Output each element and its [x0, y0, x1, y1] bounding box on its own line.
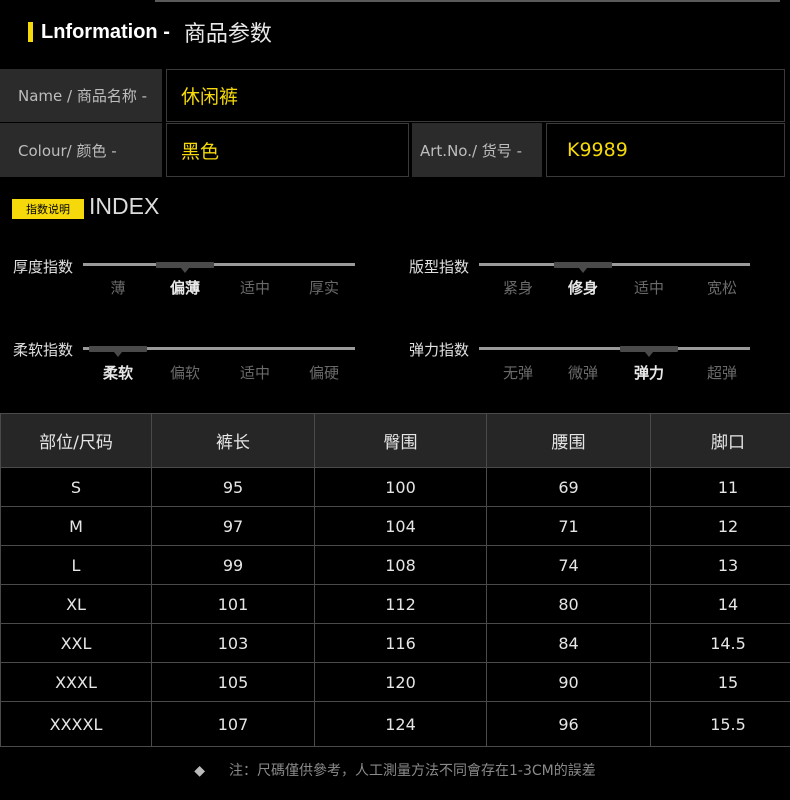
header-title-en: Lnformation -: [41, 20, 170, 43]
scale-track: [479, 263, 750, 266]
measure-cell: 108: [314, 545, 487, 585]
measure-cell: 71: [486, 506, 651, 546]
size-row: S 95 100 69 11: [0, 467, 790, 507]
scale-name: 厚度指数: [13, 258, 74, 276]
scale-name: 弹力指数: [409, 341, 470, 359]
section-header: Lnformation - 商品参数: [28, 14, 272, 50]
colour-label: Colour/ 颜色 -: [0, 123, 162, 177]
scale-option: 适中: [239, 364, 270, 382]
measure-cell: 96: [486, 701, 651, 747]
measure-cell: 103: [151, 623, 315, 663]
scale-option: 宽松: [706, 279, 737, 297]
index-title: INDEX: [89, 193, 160, 219]
scale-option: 紧身: [502, 279, 533, 297]
scale-option: 无弹: [502, 364, 533, 382]
scale-option-selected: 修身: [567, 279, 598, 297]
name-label: Name / 商品名称 -: [0, 69, 162, 122]
scale-option: 适中: [239, 279, 270, 297]
measure-cell: 116: [314, 623, 487, 663]
size-row: XXXXL 107 124 96 15.5: [0, 701, 790, 747]
size-row: XXXL 105 120 90 15: [0, 662, 790, 702]
diamond-bullet-icon: ◆: [194, 763, 206, 779]
scale-marker-icon: [554, 262, 612, 273]
scale-option: 适中: [633, 279, 664, 297]
scale-option: 超弹: [706, 364, 737, 382]
size-table-header: 部位/尺码 裤长 臀围 腰围 脚口: [0, 413, 790, 468]
measure-cell: 74: [486, 545, 651, 585]
scale-option-selected: 柔软: [102, 364, 133, 382]
measure-cell: 12: [650, 506, 790, 546]
artno-value: K9989: [546, 123, 785, 177]
size-cell: XL: [0, 584, 152, 624]
size-row: XL 101 112 80 14: [0, 584, 790, 624]
col-header-length: 裤长: [151, 413, 315, 468]
measure-cell: 120: [314, 662, 487, 702]
measure-cell: 107: [151, 701, 315, 747]
size-row: XXL 103 116 84 14.5: [0, 623, 790, 663]
size-cell: L: [0, 545, 152, 585]
measure-cell: 13: [650, 545, 790, 585]
measure-cell: 104: [314, 506, 487, 546]
scale-track: [83, 263, 355, 266]
measure-cell: 105: [151, 662, 315, 702]
measure-cell: 80: [486, 584, 651, 624]
scale-name: 柔软指数: [13, 341, 74, 359]
col-header-hem: 脚口: [650, 413, 790, 468]
scale-option: 微弹: [567, 364, 598, 382]
size-cell: XXL: [0, 623, 152, 663]
size-cell: XXXL: [0, 662, 152, 702]
measure-cell: 11: [650, 467, 790, 507]
size-table: 部位/尺码 裤长 臀围 腰围 脚口 S 95 100 69 11 M 97 104 71 12 L 9…: [0, 413, 790, 747]
measure-cell: 14: [650, 584, 790, 624]
scale-option: 薄: [110, 279, 126, 297]
scale-name: 版型指数: [409, 258, 470, 276]
scale-track: [479, 347, 750, 350]
scale-marker-icon: [620, 346, 678, 357]
note-text: 注：尺碼僅供參考，人工測量方法不同會存在1-3CM的誤差: [229, 763, 596, 779]
scale-option-selected: 弹力: [633, 364, 664, 382]
scale-option: 厚实: [308, 279, 339, 297]
size-note: ◆ 注：尺碼僅供參考，人工測量方法不同會存在1-3CM的誤差: [0, 760, 790, 780]
measure-cell: 100: [314, 467, 487, 507]
colour-value: 黑色: [166, 123, 409, 177]
index-badge: 指数说明: [12, 199, 84, 219]
scale-option-selected: 偏薄: [169, 279, 200, 297]
scale-marker-icon: [156, 262, 214, 273]
accent-bar: [28, 22, 33, 42]
scale-option: 偏硬: [308, 364, 339, 382]
header-title-cn: 商品参数: [183, 22, 272, 47]
top-divider: [155, 0, 780, 2]
size-cell: M: [0, 506, 152, 546]
measure-cell: 124: [314, 701, 487, 747]
size-row: M 97 104 71 12: [0, 506, 790, 546]
measure-cell: 69: [486, 467, 651, 507]
col-header-waist: 腰围: [486, 413, 651, 468]
measure-cell: 95: [151, 467, 315, 507]
measure-cell: 90: [486, 662, 651, 702]
measure-cell: 101: [151, 584, 315, 624]
measure-cell: 15: [650, 662, 790, 702]
size-cell: XXXXL: [0, 701, 152, 747]
measure-cell: 112: [314, 584, 487, 624]
scale-option: 偏软: [169, 364, 200, 382]
artno-label: Art.No./ 货号 -: [412, 123, 542, 177]
measure-cell: 84: [486, 623, 651, 663]
size-row: L 99 108 74 13: [0, 545, 790, 585]
measure-cell: 99: [151, 545, 315, 585]
col-header-hip: 臀围: [314, 413, 487, 468]
scale-marker-icon: [89, 346, 147, 357]
col-header-size: 部位/尺码: [0, 413, 152, 468]
size-cell: S: [0, 467, 152, 507]
measure-cell: 15.5: [650, 701, 790, 747]
name-value: 休闲裤: [166, 69, 785, 122]
measure-cell: 97: [151, 506, 315, 546]
measure-cell: 14.5: [650, 623, 790, 663]
